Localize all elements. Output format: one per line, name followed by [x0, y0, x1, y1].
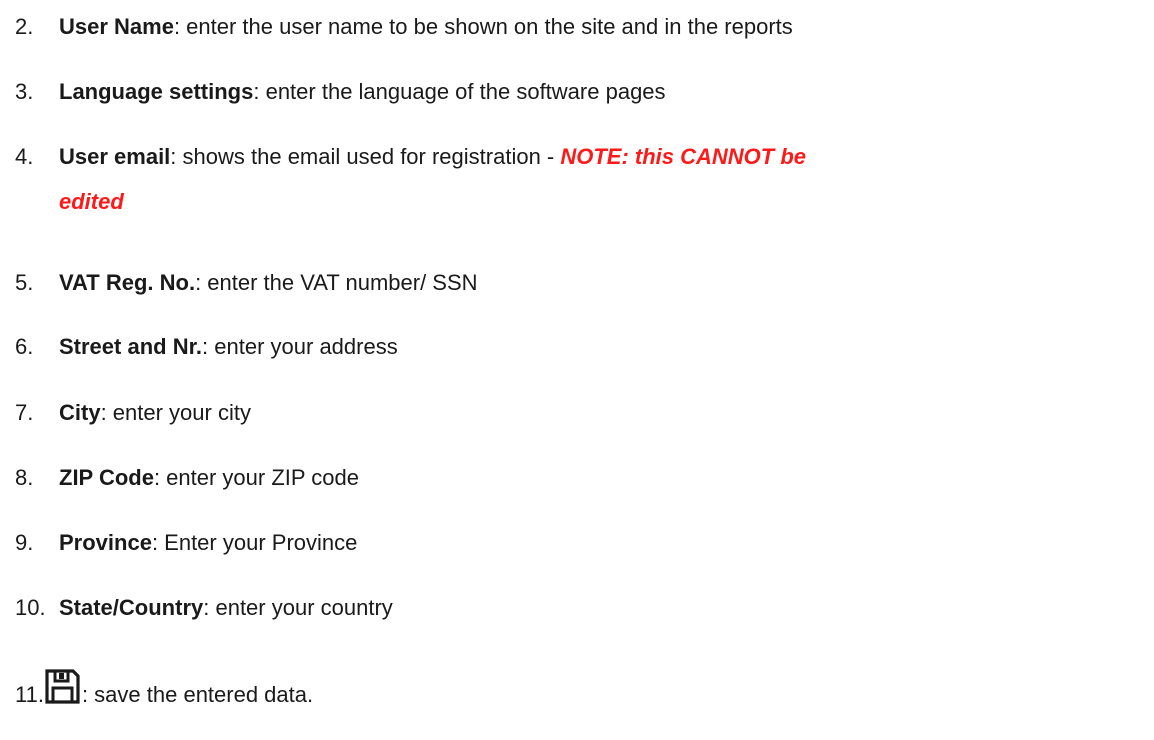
save-icon: [44, 668, 81, 705]
list-number: 4.: [15, 144, 34, 169]
list-item-province: 9. Province: Enter your Province: [15, 528, 357, 558]
description-language-settings: : enter the language of the software pag…: [253, 79, 666, 104]
description-save: : save the entered data.: [81, 682, 314, 707]
description-user-email: : shows the email used for registration …: [170, 144, 561, 169]
term-user-email: User email: [59, 144, 171, 169]
list-item-street-and-nr: 6. Street and Nr.: enter your address: [15, 332, 398, 362]
term-street-and-nr: Street and Nr.: [59, 334, 203, 359]
list-item-vat-reg-no: 5. VAT Reg. No.: enter the VAT number/ SS…: [15, 268, 478, 298]
description-zip-code: : enter your ZIP code: [153, 465, 359, 490]
description-city: : enter your city: [100, 400, 251, 425]
term-state-country: State/Country: [59, 595, 204, 620]
term-zip-code: ZIP Code: [59, 465, 154, 490]
list-item-zip-code: 8. ZIP Code: enter your ZIP code: [15, 463, 359, 493]
list-number: 8.: [15, 465, 34, 490]
list-number: 6.: [15, 334, 34, 359]
list-number: 3.: [15, 79, 34, 104]
list-item-language-settings: 3. Language settings: enter the language …: [15, 77, 666, 107]
description-street-and-nr: : enter your address: [202, 334, 398, 359]
list-number: 9.: [15, 530, 34, 555]
term-city: City: [59, 400, 101, 425]
description-state-country: : enter your country: [203, 595, 393, 620]
instruction-list: 2. User Name: enter the user name to be s…: [0, 0, 1154, 740]
note-edited: edited: [59, 189, 124, 214]
list-number: 7.: [15, 400, 34, 425]
list-number: 5.: [15, 270, 34, 295]
list-item-user-email: 4. User email: shows the email used for r…: [15, 142, 806, 172]
note-cannot-be-edited: NOTE: this CANNOT be: [560, 144, 807, 169]
term-vat-reg-no: VAT Reg. No.: [59, 270, 196, 295]
list-number: 2.: [15, 14, 34, 39]
list-number: 10.: [15, 595, 46, 620]
list-item-state-country: 10. State/Country: enter your country: [15, 593, 393, 623]
term-user-name: User Name: [59, 14, 174, 39]
description-province: : Enter your Province: [151, 530, 358, 555]
list-item-save: 11. : save the entered data.: [15, 668, 313, 710]
list-item-user-email-continuation: edited: [59, 187, 124, 217]
list-item-city: 7. City: enter your city: [15, 398, 251, 428]
term-language-settings: Language settings: [59, 79, 254, 104]
list-item-user-name: 2. User Name: enter the user name to be s…: [15, 12, 793, 42]
list-number: 11.: [15, 682, 44, 707]
description-user-name: : enter the user name to be shown on the…: [173, 14, 793, 39]
term-province: Province: [59, 530, 152, 555]
description-vat-reg-no: : enter the VAT number/ SSN: [195, 270, 478, 295]
